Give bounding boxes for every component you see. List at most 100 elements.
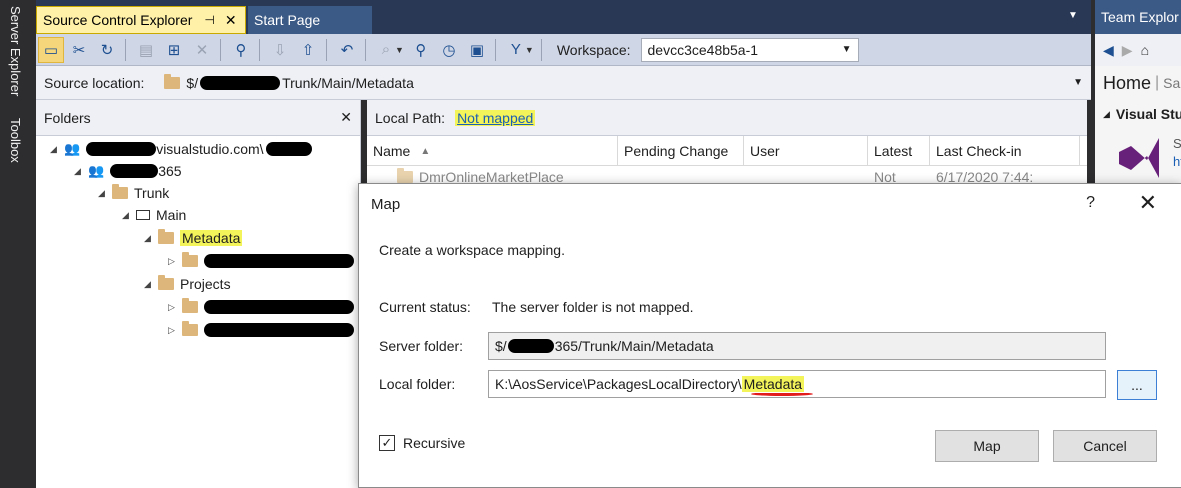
tree-node-collection[interactable]: ◢ 👥 365 [74,160,182,182]
tree-node-child[interactable]: ▷ [168,250,354,272]
collapsed-arrow-icon[interactable]: ▷ [168,325,182,336]
back-icon[interactable]: ◀ [1103,42,1114,59]
chevron-down-icon[interactable]: ▼ [395,45,404,55]
expanded-arrow-icon[interactable]: ◢ [144,279,158,290]
column-last-checkin[interactable]: Last Check-in [930,136,1080,166]
local-highlight: Metadata [741,376,805,392]
source-control-toolbar: ▭ ✂ ↻ ▤ ⊞ ✕ ⚲ ⇩ ⇧ ↶ ⌕ ▼ ⚲ ◷ ▣ Y ▼ Worksp… [36,34,1091,66]
local-path-link[interactable]: Not mapped [455,109,536,126]
tree-node-trunk[interactable]: ◢ Trunk [98,182,169,204]
pin-icon[interactable]: ⊣ [204,13,214,27]
help-icon[interactable]: ? [1086,194,1095,212]
close-icon[interactable]: ✕ [340,109,352,126]
map-dialog: Map ? ✕ Create a workspace mapping. Curr… [358,183,1181,488]
expanded-arrow-icon[interactable]: ◢ [122,210,136,221]
tree-label: visualstudio.com\ [156,141,264,157]
divider [365,38,366,61]
server-folder-field: $/ 365/Trunk/Main/Metadata [488,332,1106,360]
local-path-bar: Local Path: Not mapped [367,100,1087,136]
column-name[interactable]: Name ▲ [367,136,618,166]
team-explorer-title[interactable]: Team Explor [1095,0,1181,34]
column-latest[interactable]: Latest [868,136,930,166]
folder-icon [112,184,128,199]
folders-toggle-icon[interactable]: ▭ [38,36,64,63]
recursive-checkbox[interactable]: ✓ Recursive [379,435,465,451]
connect-icon[interactable]: ✂ [66,37,92,63]
folder-icon [158,275,174,290]
redaction-mark [204,300,354,314]
checkmark-icon[interactable]: ✓ [379,435,395,451]
tree-node-root[interactable]: ◢ 👥 visualstudio.com\ [50,138,312,160]
add-items-icon[interactable]: ▤ [133,37,159,63]
check-in-icon[interactable]: ⇧ [295,37,321,63]
collapsed-arrow-icon[interactable]: ▷ [168,256,182,267]
divider [125,38,126,61]
tab-start-page[interactable]: Start Page [248,6,372,34]
tree-node-child[interactable]: ▷ [168,319,354,341]
browse-button[interactable]: ... [1117,370,1157,400]
expanded-arrow-icon[interactable]: ◢ [50,144,64,155]
divider [220,38,221,61]
team-link-fragment[interactable]: ht [1173,154,1181,169]
section-visual-studio[interactable]: ◢ Visual Stu [1095,100,1181,128]
workspace-label: Workspace: [556,41,631,58]
get-latest-icon[interactable]: ⚲ [228,37,254,63]
team-collection-icon: 👥 [64,141,81,156]
redaction-mark [86,142,157,156]
column-user[interactable]: User [744,136,868,166]
close-icon[interactable]: ✕ [1139,190,1157,216]
tree-node-metadata[interactable]: ◢ Metadata [144,227,243,249]
expanded-arrow-icon: ◢ [1103,108,1110,119]
expanded-arrow-icon[interactable]: ◢ [74,166,88,177]
new-folder-icon[interactable]: ⊞ [161,37,187,63]
shelveset-icon[interactable]: ▣ [464,37,490,63]
tree-node-projects[interactable]: ◢ Projects [144,273,231,295]
underline-annotation [751,392,813,396]
workspace-select[interactable]: devcc3ce48b5a-1 ▼ [640,37,859,62]
expanded-arrow-icon[interactable]: ◢ [144,233,158,244]
tab-overflow-chevron-icon[interactable]: ▼ [1068,10,1078,21]
current-status-value: The server folder is not mapped. [492,299,694,315]
delete-icon[interactable]: ✕ [189,37,215,63]
source-location-bar: Source location: $/ Trunk/Main/Metadata … [36,66,1091,100]
home-icon[interactable]: ⌂ [1141,42,1149,58]
folder-icon [164,73,181,89]
chevron-down-icon[interactable]: ▼ [1073,77,1083,88]
redaction-mark [200,75,281,90]
source-location-path[interactable]: $/ Trunk/Main/Metadata [164,73,414,91]
find-icon[interactable]: ⚲ [408,37,434,63]
team-explorer-nav: ◀ ▶ ⌂ [1095,34,1181,66]
home-title: Home [1103,72,1152,93]
document-tab-bar: Source Control Explorer ⊣ ✕ Start Page ▼ [36,0,1091,34]
close-icon[interactable]: ✕ [225,12,237,29]
team-explorer-home: Home | Sa [1095,66,1181,100]
column-label: Name [373,143,411,159]
folder-icon [182,252,198,267]
divider [259,38,260,61]
chevron-down-icon[interactable]: ▼ [525,45,534,55]
column-pending-change[interactable]: Pending Change [618,136,744,166]
toolbox-tab[interactable]: Toolbox [8,118,23,163]
tree-node-child[interactable]: ▷ [168,296,354,318]
tree-node-main[interactable]: ◢ Main [122,204,186,226]
map-button[interactable]: Map [935,430,1039,462]
cancel-button[interactable]: Cancel [1053,430,1157,462]
tab-source-control-explorer[interactable]: Source Control Explorer ⊣ ✕ [36,6,246,34]
forward-icon[interactable]: ▶ [1122,42,1133,59]
undo-icon[interactable]: ↶ [334,37,360,63]
collapsed-arrow-icon[interactable]: ▷ [168,302,182,313]
check-out-icon[interactable]: ⇩ [267,37,293,63]
redaction-mark [265,142,312,156]
folder-icon [158,229,174,244]
folder-icon [182,298,198,313]
dialog-instruction: Create a workspace mapping. [379,242,565,258]
expanded-arrow-icon[interactable]: ◢ [98,188,112,199]
chevron-down-icon: ▼ [841,44,852,55]
history-icon[interactable]: ◷ [436,37,462,63]
current-status-label: Current status: [379,299,471,315]
tree-label: Metadata [180,230,243,246]
server-explorer-tab[interactable]: Server Explorer [8,6,23,96]
divider [540,38,542,61]
refresh-icon[interactable]: ↻ [94,37,120,63]
section-title: Visual Stu [1115,106,1181,122]
